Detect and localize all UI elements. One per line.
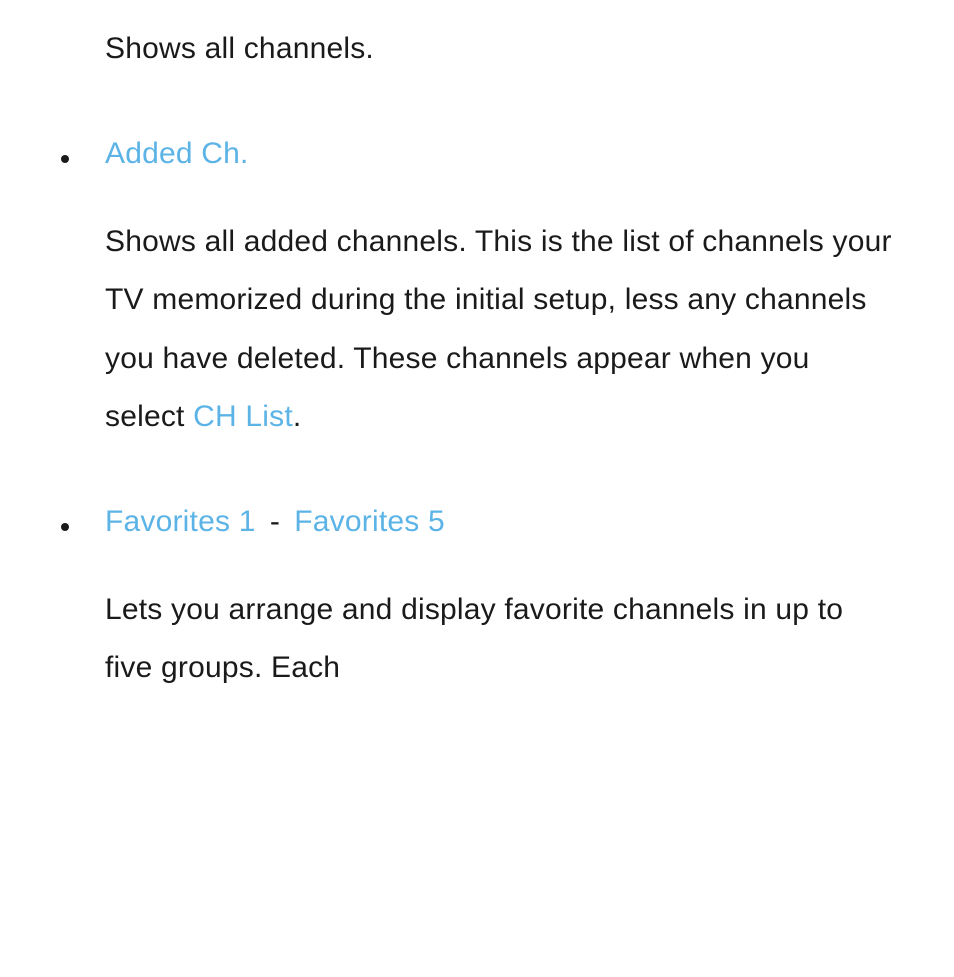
term-favorites-1: Favorites 1 [105, 505, 256, 538]
bullet-icon [61, 155, 69, 163]
intro-paragraph: Shows all channels. [105, 20, 894, 79]
list-item: Favorites 1 - Favorites 5 Lets you arran… [105, 505, 894, 698]
term-added-ch: Added Ch. [105, 137, 249, 170]
description-added-ch: Shows all added channels. This is the li… [105, 213, 894, 447]
term-separator: - [262, 505, 289, 538]
term-favorites-5: Favorites 5 [294, 505, 445, 538]
list-item: Added Ch. Shows all added channels. This… [105, 137, 894, 447]
description-favorites: Lets you arrange and display favorite ch… [105, 581, 894, 698]
bullet-icon [61, 523, 69, 531]
document-body: Shows all channels. Added Ch. Shows all … [0, 0, 954, 698]
inline-term-ch-list: CH List [193, 400, 293, 433]
desc-text-after: . [293, 400, 302, 433]
